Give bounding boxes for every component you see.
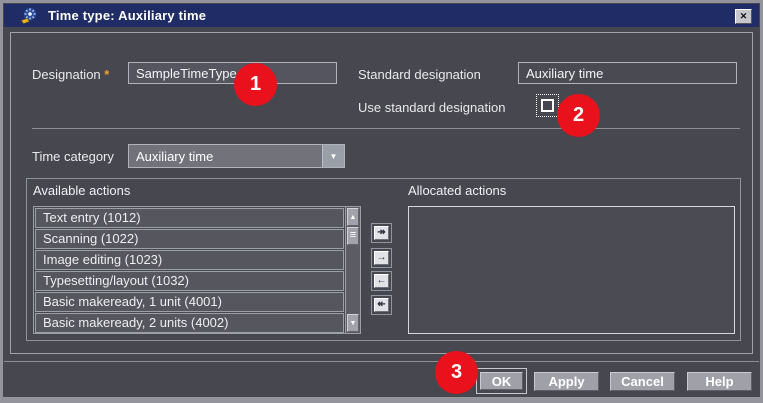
scrollbar-thumb[interactable]: ≡ bbox=[347, 227, 359, 245]
section-divider bbox=[32, 128, 740, 129]
move-right-frame: → bbox=[371, 248, 392, 268]
time-category-label: Time category bbox=[32, 149, 114, 164]
designation-input[interactable] bbox=[128, 62, 337, 84]
ok-default-frame: OK bbox=[476, 368, 527, 394]
scrollbar[interactable]: ▲ ≡ ▼ bbox=[345, 207, 360, 333]
use-standard-designation-label: Use standard designation bbox=[358, 100, 506, 115]
list-item[interactable]: Image editing (1023) bbox=[35, 250, 344, 270]
step-badge-2: 2 bbox=[557, 94, 600, 137]
step-badge-3: 3 bbox=[435, 351, 478, 394]
title-bar: Time type: Auxiliary time ✕ bbox=[4, 4, 759, 27]
available-actions-label: Available actions bbox=[33, 183, 131, 198]
list-item[interactable]: Scanning (1022) bbox=[35, 229, 344, 249]
scroll-up-icon[interactable]: ▲ bbox=[347, 208, 359, 226]
allocated-actions-list[interactable] bbox=[408, 206, 735, 334]
required-marker: * bbox=[104, 67, 110, 82]
allocated-actions-label: Allocated actions bbox=[408, 183, 507, 198]
ok-button[interactable]: OK bbox=[480, 372, 523, 390]
list-item[interactable]: Basic makeready, 1 unit (4001) bbox=[35, 292, 344, 312]
time-category-value: Auxiliary time bbox=[136, 148, 214, 164]
checkbox-box bbox=[541, 99, 554, 112]
chevron-down-icon[interactable]: ▼ bbox=[322, 145, 344, 167]
move-all-left-frame: ↞ bbox=[371, 295, 392, 315]
move-left-frame: ← bbox=[371, 271, 392, 291]
scroll-down-icon[interactable]: ▼ bbox=[347, 314, 359, 332]
available-actions-list: Text entry (1012) Scanning (1022) Image … bbox=[33, 206, 361, 334]
help-button[interactable]: Help bbox=[687, 372, 752, 391]
cancel-button[interactable]: Cancel bbox=[610, 372, 675, 391]
available-actions-rows: Text entry (1012) Scanning (1022) Image … bbox=[34, 207, 345, 333]
move-all-left-button[interactable]: ↞ bbox=[374, 298, 389, 312]
step-badge-1: 1 bbox=[234, 63, 277, 106]
list-item[interactable]: Text entry (1012) bbox=[35, 208, 344, 228]
footer-divider bbox=[4, 361, 759, 362]
list-item[interactable]: Typesetting/layout (1032) bbox=[35, 271, 344, 291]
move-all-right-button[interactable]: ↠ bbox=[374, 226, 389, 240]
move-right-button[interactable]: → bbox=[374, 251, 389, 265]
move-left-button[interactable]: ← bbox=[374, 274, 389, 288]
window-title: Time type: Auxiliary time bbox=[48, 8, 207, 23]
standard-designation-input[interactable] bbox=[518, 62, 737, 84]
time-type-icon bbox=[21, 7, 37, 24]
standard-designation-label: Standard designation bbox=[358, 67, 481, 82]
close-icon[interactable]: ✕ bbox=[735, 9, 752, 24]
designation-label: Designation * bbox=[32, 67, 110, 82]
time-category-select[interactable]: Auxiliary time ▼ bbox=[128, 144, 345, 168]
list-item[interactable]: Basic makeready, 2 units (4002) bbox=[35, 313, 344, 333]
dialog-window: Time type: Auxiliary time ✕ Designation … bbox=[0, 0, 763, 403]
use-standard-designation-checkbox[interactable] bbox=[536, 94, 559, 117]
move-all-right-frame: ↠ bbox=[371, 223, 392, 243]
apply-button[interactable]: Apply bbox=[534, 372, 599, 391]
